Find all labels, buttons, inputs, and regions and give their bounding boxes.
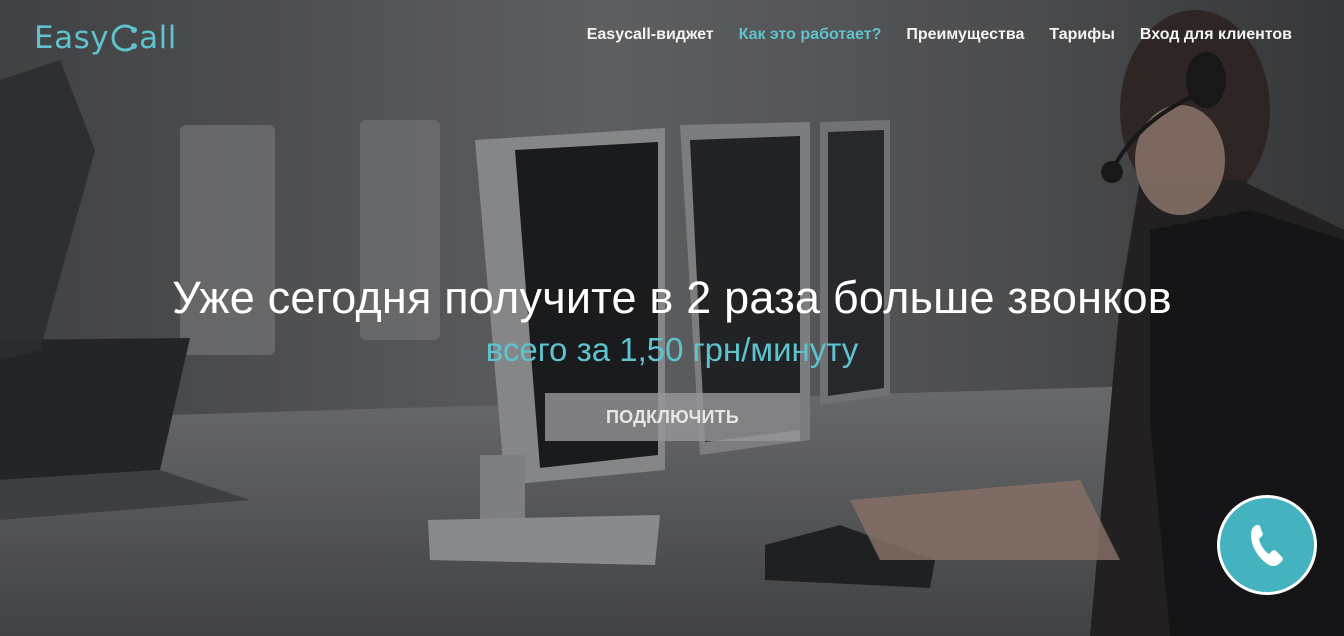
hero-title: Уже сегодня получите в 2 раза больше зво… (172, 272, 1172, 323)
site-header: Easy all Easycall-виджет Как это работае… (0, 0, 1344, 72)
phone-icon (1251, 524, 1283, 567)
connect-button[interactable]: ПОДКЛЮЧИТЬ (545, 393, 800, 441)
logo-text-prefix: Easy (34, 20, 110, 56)
nav-item-pricing[interactable]: Тарифы (1049, 26, 1115, 44)
call-widget-button[interactable] (1217, 495, 1317, 595)
nav-item-widget[interactable]: Easycall-виджет (587, 26, 714, 44)
logo[interactable]: Easy all (34, 20, 177, 56)
nav-item-client-login[interactable]: Вход для клиентов (1140, 26, 1292, 44)
nav-item-how-it-works[interactable]: Как это работает? (739, 26, 882, 44)
main-nav: Easycall-виджет Как это работает? Преиму… (587, 26, 1292, 44)
logo-text-suffix: all (139, 20, 177, 56)
hero-subtitle: всего за 1,50 грн/минуту (485, 331, 859, 368)
logo-c-mark-icon (110, 23, 138, 53)
nav-item-advantages[interactable]: Преимущества (906, 26, 1024, 44)
